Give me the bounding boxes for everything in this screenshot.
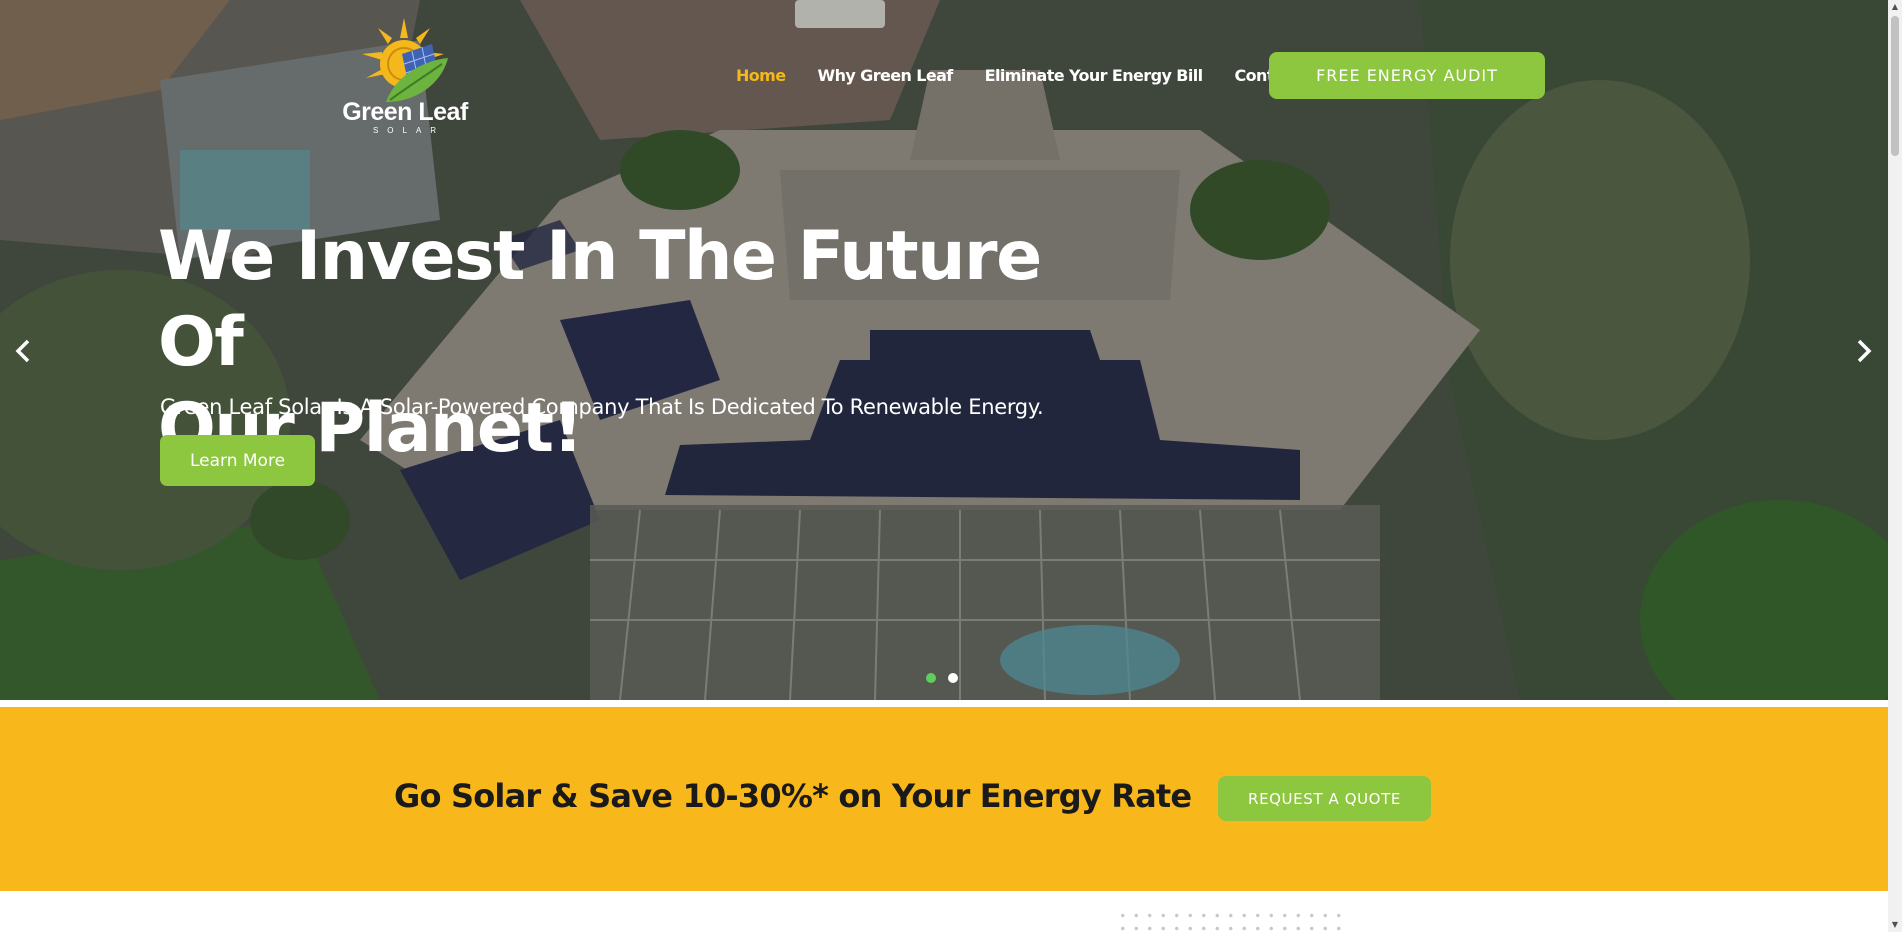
slider-prev-button[interactable] xyxy=(10,336,36,366)
nav-item-eliminate-energy-bill[interactable]: Eliminate Your Energy Bill xyxy=(985,66,1203,85)
green-leaf-logo[interactable]: Green Leaf SOLAR xyxy=(338,14,468,139)
chevron-right-icon xyxy=(1857,339,1872,363)
sun-leaf-icon xyxy=(362,18,448,102)
request-quote-button[interactable]: REQUEST A QUOTE xyxy=(1218,776,1431,821)
slider-dot-1[interactable] xyxy=(926,673,936,683)
learn-more-button[interactable]: Learn More xyxy=(160,435,315,486)
hero-slider: Green Leaf SOLAR Home Why Green Leaf Eli… xyxy=(0,0,1888,700)
hero-subtitle: Green Leaf Solar Is A Solar-Powered Comp… xyxy=(160,395,1044,419)
scroll-down-arrow-icon[interactable]: ▼ xyxy=(1891,920,1899,930)
main-nav: Home Why Green Leaf Eliminate Your Energ… xyxy=(736,66,1301,85)
slider-pagination xyxy=(926,673,958,683)
free-energy-audit-button[interactable]: FREE ENERGY AUDIT xyxy=(1269,52,1545,99)
scroll-up-arrow-icon[interactable]: ▲ xyxy=(1891,2,1899,12)
logo-tagline: SOLAR xyxy=(372,126,446,135)
chevron-left-icon xyxy=(15,339,30,363)
hero-title: We Invest In The Future Of Our Planet! xyxy=(158,214,1058,472)
page-scrollbar[interactable]: ▲ ▼ xyxy=(1888,0,1902,932)
logo-wordmark: Green Leaf xyxy=(342,98,468,126)
hero-divider xyxy=(0,700,1888,707)
decorative-dot-grid xyxy=(1116,909,1346,932)
quote-banner: Go Solar & Save 10-30%* on Your Energy R… xyxy=(0,707,1888,891)
slider-next-button[interactable] xyxy=(1851,336,1877,366)
scroll-thumb[interactable] xyxy=(1891,16,1899,156)
slider-dot-2[interactable] xyxy=(948,673,958,683)
nav-item-why-green-leaf[interactable]: Why Green Leaf xyxy=(818,66,954,85)
banner-headline: Go Solar & Save 10-30%* on Your Energy R… xyxy=(394,777,1192,815)
hero-title-line-1: We Invest In The Future Of xyxy=(158,217,1042,382)
nav-item-home[interactable]: Home xyxy=(736,66,786,85)
